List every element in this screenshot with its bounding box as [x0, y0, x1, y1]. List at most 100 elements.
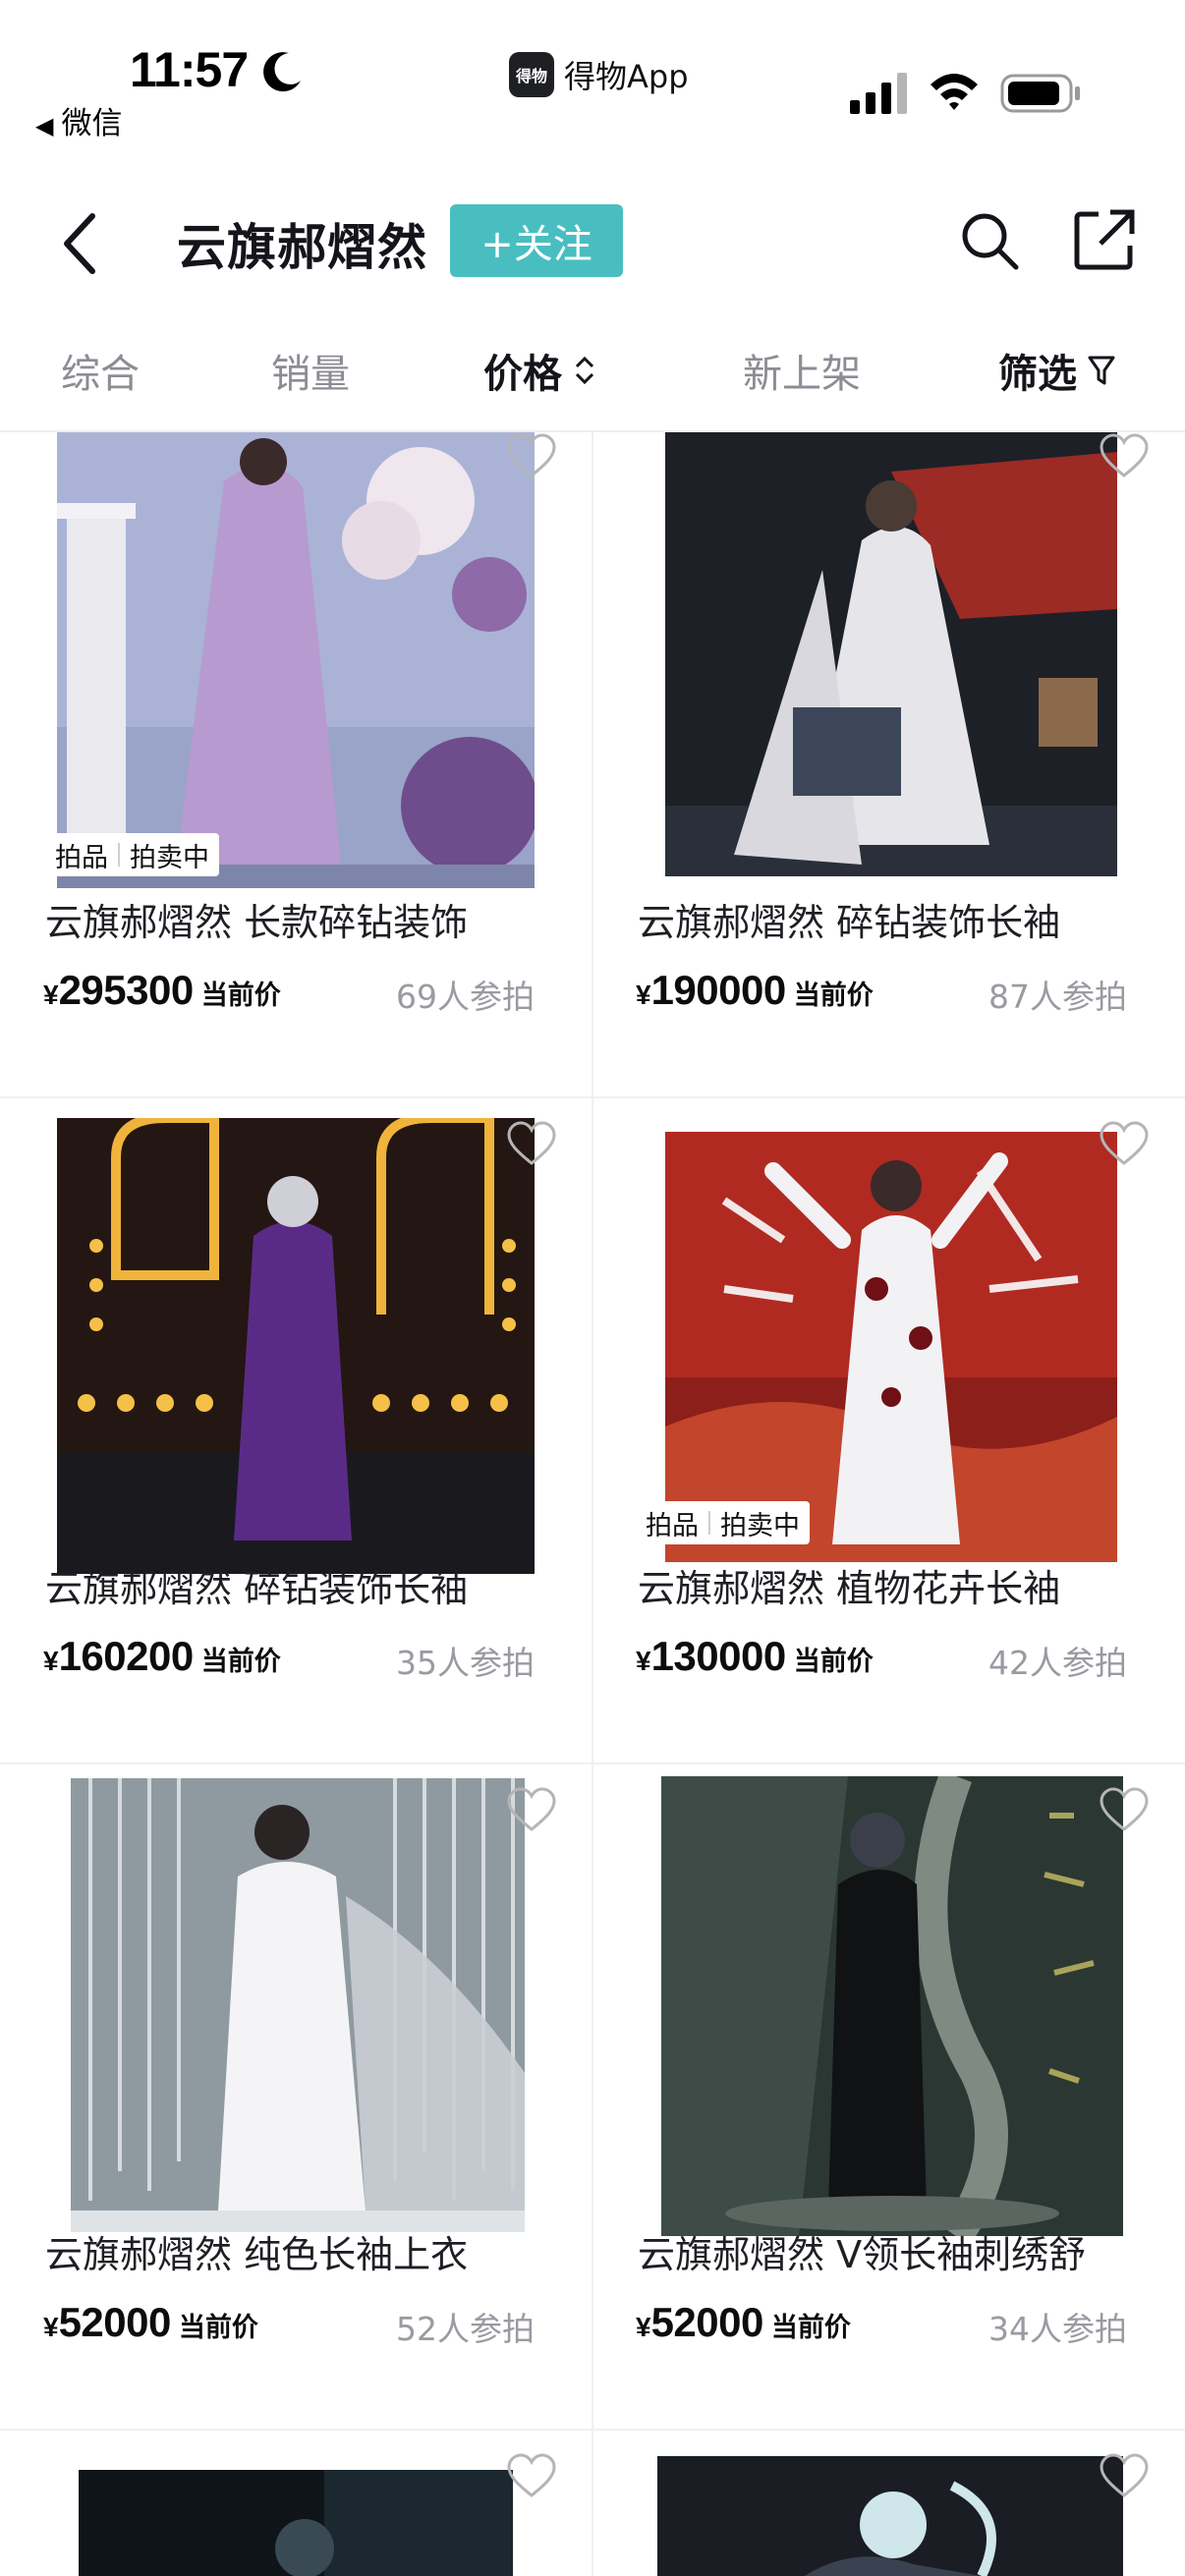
price-label: 当前价 [200, 980, 281, 1011]
current-price: ¥160200 当前价 [43, 1633, 281, 1680]
product-card[interactable]: 云旗郝熠然 V领长袖刺绣舒 ¥52000 当前价 34人参拍 [592, 1764, 1185, 2431]
price-label: 当前价 [793, 980, 874, 1011]
current-price: ¥130000 当前价 [636, 1633, 874, 1680]
currency-symbol: ¥ [43, 1646, 59, 1676]
price-row: ¥295300 当前价 69人参拍 [43, 963, 574, 1018]
price-row: ¥190000 当前价 87人参拍 [636, 963, 1166, 1018]
battery-icon [1000, 74, 1080, 113]
product-title: 云旗郝熠然 V领长袖刺绣舒 [638, 2233, 1087, 2276]
price-value: 295300 [58, 967, 195, 1013]
product-card[interactable] [0, 2431, 592, 2576]
sort-updown-icon [575, 356, 594, 385]
price-row: ¥52000 当前价 52人参拍 [43, 2295, 574, 2350]
currency-symbol: ¥ [636, 2312, 651, 2342]
favorite-heart-icon[interactable] [505, 1786, 558, 1835]
badge-item-label: 拍品 [646, 1510, 699, 1541]
currency-symbol: ¥ [43, 2312, 59, 2342]
badge-status-label: 拍卖中 [720, 1510, 800, 1541]
product-image [665, 432, 1117, 876]
auction-badge: 拍品 拍卖中 [636, 1501, 810, 1544]
price-value: 190000 [650, 967, 787, 1013]
product-photo [665, 432, 1117, 876]
bidder-count: 34人参拍 [988, 2310, 1127, 2348]
moon-icon [263, 52, 301, 92]
price-row: ¥52000 当前价 34人参拍 [636, 2295, 1166, 2350]
sort-tab-label: 价格 [483, 352, 562, 397]
status-time: 11:57 [130, 42, 249, 97]
price-label: 当前价 [178, 2313, 258, 2343]
favorite-heart-icon[interactable] [1098, 2452, 1151, 2501]
product-image [79, 2470, 513, 2576]
favorite-heart-icon[interactable] [505, 2452, 558, 2501]
product-photo [665, 1132, 1117, 1562]
bidder-count: 69人参拍 [396, 978, 535, 1016]
status-bar: 11:57 ◀ 微信 得物 得物App [0, 0, 1185, 157]
product-image [661, 1776, 1123, 2236]
nav-bar: 云旗郝熠然 +关注 [0, 177, 1185, 305]
price-value: 130000 [650, 1633, 787, 1679]
product-card[interactable] [592, 2431, 1185, 2576]
share-icon[interactable] [1069, 204, 1140, 275]
price-row: ¥130000 当前价 42人参拍 [636, 1629, 1166, 1684]
sort-tab-label: 销量 [271, 352, 350, 397]
product-title: 云旗郝熠然 纯色长袖上衣 [45, 2233, 469, 2276]
product-title: 云旗郝熠然 长款碎钻装饰 [45, 901, 469, 944]
filter-button[interactable]: 筛选 [998, 342, 1116, 399]
search-icon[interactable] [955, 206, 1024, 275]
current-price: ¥295300 当前价 [43, 967, 281, 1014]
product-title: 云旗郝熠然 碎钻装饰长袖 [638, 901, 1061, 944]
current-price: ¥190000 当前价 [636, 967, 874, 1014]
product-image [665, 1132, 1117, 1562]
price-value: 52000 [650, 2299, 764, 2345]
favorite-heart-icon[interactable] [505, 432, 558, 481]
favorite-heart-icon[interactable] [1098, 1120, 1151, 1169]
product-title: 云旗郝熠然 植物花卉长袖 [638, 1567, 1061, 1610]
product-photo [79, 2470, 513, 2576]
product-image [71, 1778, 525, 2232]
status-back-to-app[interactable]: ◀ 微信 [35, 98, 122, 142]
current-price: ¥52000 当前价 [636, 2299, 851, 2346]
favorite-heart-icon[interactable] [1098, 432, 1151, 481]
currency-symbol: ¥ [43, 980, 59, 1010]
follow-button[interactable]: +关注 [450, 204, 623, 277]
product-card[interactable]: 云旗郝熠然 碎钻装饰长袖 ¥160200 当前价 35人参拍 [0, 1098, 592, 1764]
current-price: ¥52000 当前价 [43, 2299, 258, 2346]
price-label: 当前价 [770, 2313, 851, 2343]
app-logo: 得物 [509, 52, 554, 97]
filter-label: 筛选 [998, 352, 1077, 397]
sort-tab-new-arrivals[interactable]: 新上架 [743, 342, 861, 399]
page-title: 云旗郝熠然 [177, 219, 427, 276]
product-image [57, 432, 535, 888]
price-label: 当前价 [793, 1647, 874, 1677]
bidder-count: 35人参拍 [396, 1644, 535, 1682]
product-image [57, 1118, 535, 1574]
price-row: ¥160200 当前价 35人参拍 [43, 1629, 574, 1684]
product-photo [661, 1776, 1123, 2236]
currency-symbol: ¥ [636, 980, 651, 1010]
product-photo [57, 1118, 535, 1574]
product-grid: 拍品 拍卖中 云旗郝熠然 长款碎钻装饰 ¥295300 当前价 69人参拍 云旗… [0, 432, 1185, 2576]
price-value: 160200 [58, 1633, 195, 1679]
product-image [657, 2456, 1123, 2576]
back-triangle-icon: ◀ [35, 112, 54, 140]
price-value: 52000 [58, 2299, 172, 2345]
back-arrow-icon[interactable] [49, 204, 118, 283]
badge-status-label: 拍卖中 [130, 842, 209, 873]
product-photo [57, 432, 535, 888]
favorite-heart-icon[interactable] [505, 1120, 558, 1169]
bidder-count: 42人参拍 [988, 1644, 1127, 1682]
bidder-count: 52人参拍 [396, 2310, 535, 2348]
sort-tab-sales[interactable]: 销量 [271, 342, 350, 399]
product-card[interactable]: 拍品 拍卖中 云旗郝熠然 长款碎钻装饰 ¥295300 当前价 69人参拍 [0, 432, 592, 1098]
product-card[interactable]: 云旗郝熠然 纯色长袖上衣 ¥52000 当前价 52人参拍 [0, 1764, 592, 2431]
badge-item-label: 拍品 [55, 842, 108, 873]
favorite-heart-icon[interactable] [1098, 1786, 1151, 1835]
product-card[interactable]: 拍品 拍卖中 云旗郝熠然 植物花卉长袖 ¥130000 当前价 42人参拍 [592, 1098, 1185, 1764]
wifi-icon [931, 74, 978, 110]
product-card[interactable]: 云旗郝熠然 碎钻装饰长袖 ¥190000 当前价 87人参拍 [592, 432, 1185, 1098]
product-photo [657, 2456, 1123, 2576]
sort-tab-price[interactable]: 价格 [483, 342, 597, 399]
sort-tab-comprehensive[interactable]: 综合 [61, 342, 140, 399]
sort-tab-label: 新上架 [743, 352, 861, 397]
sort-tab-label: 综合 [61, 352, 140, 397]
